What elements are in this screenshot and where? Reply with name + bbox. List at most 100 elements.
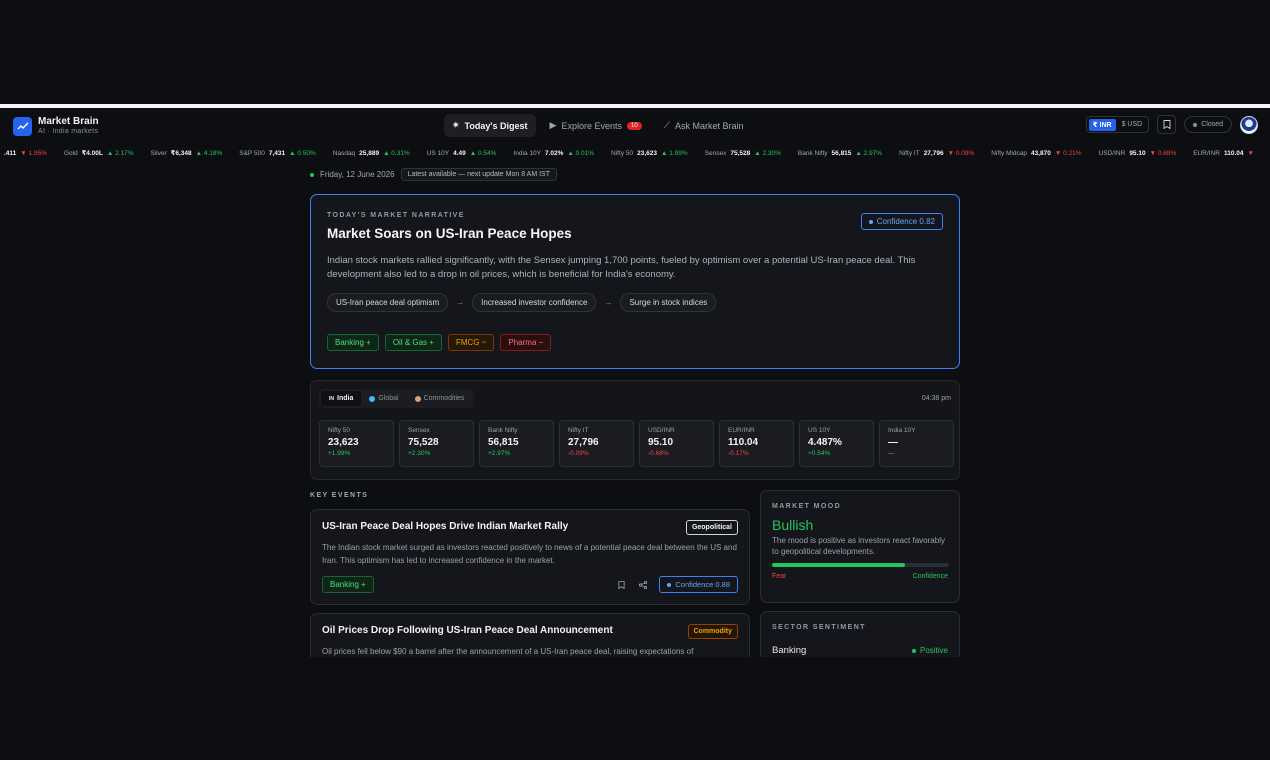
ticker-value: 110.04: [1224, 149, 1244, 157]
sector-tag-fmcg[interactable]: FMCG ~: [447, 334, 495, 351]
market-card-change: —: [888, 450, 895, 457]
share-icon[interactable]: [637, 579, 649, 591]
narrative-card: TODAY'S MARKET NARRATIVE Confidence 0.82…: [310, 194, 960, 369]
ticker-item[interactable]: S&P 500 7,431 ▲ 0.50%: [239, 150, 316, 157]
currency-inr-button[interactable]: ₹ INR: [1088, 118, 1116, 131]
ticker-value: ₹4.00L: [81, 150, 103, 157]
sentiment-row: Banking Positive: [772, 645, 948, 656]
market-card[interactable]: Nifty 50 23,623 +1.99%: [319, 420, 394, 467]
ticker-item[interactable]: EUR/INR 110.04 ▼: [1193, 150, 1254, 157]
market-card[interactable]: EUR/INR 110.04 -0.17%: [719, 420, 794, 467]
ticker-value: 4.49: [453, 149, 466, 157]
ticker-change: ▲ 1.99%: [660, 149, 688, 157]
tab-label: Ask Market Brain: [675, 120, 744, 131]
event-sector-tag[interactable]: Banking +: [322, 576, 374, 593]
ticker-item[interactable]: Sensex 75,528 ▲ 2.30%: [705, 150, 781, 157]
market-card-name: Sensex: [408, 427, 430, 434]
status-dot-icon: [1193, 122, 1198, 127]
avatar[interactable]: [1240, 115, 1258, 134]
chain-step: Increased investor confidence: [472, 293, 597, 312]
india-flag-icon: IN: [329, 395, 334, 402]
event-confidence-badge: Confidence 0.88: [659, 576, 738, 593]
market-card-name: Nifty IT: [568, 427, 589, 434]
sector-tags: Banking + Oil & Gas + FMCG ~ Pharma −: [327, 334, 943, 351]
ticker-change: ▼ 0.09%: [947, 149, 975, 157]
market-cards: Nifty 50 23,623 +1.99% Sensex 75,528 +2.30% Ba…: [319, 420, 954, 467]
app-title: Market Brain: [38, 116, 99, 127]
events-count-badge: 10: [627, 121, 642, 130]
market-card-name: India 10Y: [888, 427, 916, 434]
tab-ask-market-brain[interactable]: ⟋ Ask Market Brain: [656, 114, 752, 137]
sector-tag-banking[interactable]: Banking +: [327, 334, 379, 351]
tab-india[interactable]: IN India: [321, 391, 362, 406]
ticker-value: 95.10: [1129, 149, 1146, 157]
market-region-tabs: IN India Global Commodities: [319, 389, 475, 408]
tab-global[interactable]: Global: [361, 391, 406, 406]
tab-commodities[interactable]: Commodities: [407, 391, 473, 406]
ticker-item[interactable]: US 10Y 4.49 ▲ 0.54%: [427, 150, 497, 157]
market-card-value: —: [888, 437, 898, 448]
ticker-value: 25,889: [359, 149, 380, 157]
sector-tag-pharma[interactable]: Pharma −: [500, 334, 552, 351]
market-card-value: 4.487%: [808, 437, 842, 448]
market-card-value: 23,623: [328, 437, 359, 448]
ticker-name: Nasdaq: [332, 149, 356, 157]
currency-usd-button[interactable]: $ USD: [1118, 119, 1147, 130]
chain-step: US-Iran peace deal optimism: [327, 293, 449, 312]
bookmark-button[interactable]: [1157, 115, 1177, 134]
ticker-item[interactable]: Bank Nifty 56,815 ▲ 2.97%: [798, 150, 882, 157]
brand[interactable]: Market Brain AI · India markets: [13, 116, 99, 136]
narrative-title: Market Soars on US-Iran Peace Hopes: [327, 226, 572, 241]
sentiment-status: Positive: [911, 646, 948, 655]
market-card[interactable]: Bank Nifty 56,815 +2.97%: [479, 420, 554, 467]
market-card[interactable]: India 10Y — —: [879, 420, 954, 467]
market-card[interactable]: Sensex 75,528 +2.30%: [399, 420, 474, 467]
ticker-item[interactable]: Nasdaq 25,889 ▲ 0.31%: [333, 150, 410, 157]
ticker-item[interactable]: Nifty IT 27,796 ▼ 0.09%: [899, 150, 974, 157]
market-card-value: 27,796: [568, 437, 599, 448]
live-dot-icon: [310, 172, 314, 177]
event-body: The Indian stock market surged as invest…: [322, 543, 737, 565]
currency-toggle: ₹ INR $ USD: [1085, 116, 1150, 133]
ticker-item[interactable]: .411 ▼ 1.95%: [4, 150, 47, 157]
event-title: Oil Prices Drop Following US-Iran Peace …: [322, 625, 613, 636]
ticker-change: ▲ 0.54%: [469, 149, 497, 157]
sector-tag-oil-gas[interactable]: Oil & Gas +: [384, 334, 442, 351]
event-card[interactable]: US-Iran Peace Deal Hopes Drive Indian Ma…: [310, 509, 750, 605]
sentiment-status-label: Positive: [919, 646, 948, 655]
market-card[interactable]: USD/INR 95.10 -0.68%: [639, 420, 714, 467]
market-card[interactable]: Nifty IT 27,796 -0.09%: [559, 420, 634, 467]
ticker-item[interactable]: India 10Y 7.02% ▲ 0.01%: [513, 150, 594, 157]
tab-explore-events[interactable]: ▶ Explore Events 10: [542, 114, 650, 137]
arrow-right-icon: →: [456, 298, 465, 307]
date-line: Friday, 12 June 2026 Latest available — …: [310, 168, 557, 181]
confidence-label: Confidence 0.82: [876, 217, 935, 226]
event-category-badge: Commodity: [687, 624, 738, 639]
tab-label: Explore Events: [561, 120, 622, 131]
tab-todays-digest[interactable]: ✷ Today's Digest: [444, 114, 536, 137]
ticker-item[interactable]: Nifty 50 23,623 ▲ 1.99%: [611, 150, 688, 157]
sparkle-icon: ✷: [452, 120, 460, 130]
ticker-item[interactable]: Nifty Midcap 43,870 ▼ 0.21%: [991, 150, 1081, 157]
market-card-value: 110.04: [728, 437, 759, 448]
narrative-eyebrow: TODAY'S MARKET NARRATIVE: [327, 212, 465, 219]
market-card[interactable]: US 10Y 4.487% +0.54%: [799, 420, 874, 467]
mood-scale-left: Fear: [772, 573, 787, 580]
mood-heading: MARKET MOOD: [772, 503, 842, 510]
market-card-change: +1.99%: [328, 450, 351, 457]
top-navbar: Market Brain AI · India markets ✷ Today'…: [0, 108, 1270, 144]
ticker-change: ▼ 1.95%: [20, 149, 47, 157]
bookmark-icon[interactable]: [615, 579, 627, 591]
causal-chain: US-Iran peace deal optimism → Increased …: [327, 293, 943, 312]
ticker-item[interactable]: Silver ₹6,348 ▲ 4.18%: [151, 149, 223, 158]
chart-trend-icon: [13, 116, 32, 136]
ticker-value: 75,528: [730, 149, 751, 157]
ticker-item[interactable]: USD/INR 95.10 ▼ 0.68%: [1099, 150, 1177, 157]
ticker-item[interactable]: Gold ₹4.00L ▲ 2.17%: [64, 149, 134, 158]
ticker-change: ▲ 0.01%: [567, 149, 595, 157]
ticker-strip: .411 ▼ 1.95% Gold ₹4.00L ▲ 2.17% Silver ₹6,348…: [0, 145, 1270, 161]
ticker-value: 56,815: [831, 149, 852, 157]
market-time: 04:38 pm: [921, 395, 951, 402]
ticker-change: ▲ 2.97%: [855, 149, 883, 157]
sentiment-sector: Banking: [772, 645, 807, 656]
